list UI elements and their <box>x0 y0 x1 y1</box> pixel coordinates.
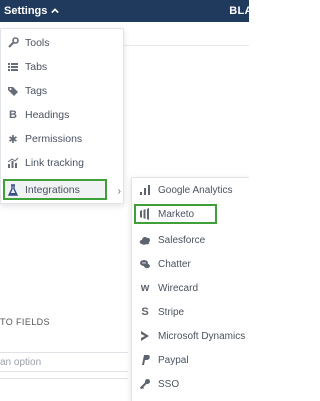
menu-item-permissions[interactable]: ✱ Permissions <box>1 127 125 151</box>
integration-microsoft-dynamics[interactable]: Microsoft Dynamics <box>132 325 249 347</box>
menu-item-label: Tabs <box>25 61 48 73</box>
asterisk-icon: ✱ <box>8 133 18 146</box>
tags-icon <box>7 85 19 97</box>
option-select-2[interactable] <box>0 378 128 392</box>
integration-chatter[interactable]: Chatter <box>132 253 249 275</box>
integration-label: SSO <box>158 378 180 390</box>
bar-chart-icon <box>139 184 151 196</box>
menu-item-headings[interactable]: B Headings <box>1 103 125 127</box>
integration-label: Chatter <box>158 258 191 270</box>
integration-label: Google Analytics <box>158 184 233 196</box>
dynamics-icon <box>139 330 151 342</box>
settings-label: Settings <box>4 5 48 17</box>
integration-label: Wirecard <box>158 282 199 294</box>
menu-item-tabs[interactable]: Tabs <box>1 55 125 79</box>
key-icon <box>139 378 151 390</box>
menu-item-label: Link tracking <box>25 157 84 169</box>
menu-item-label: Tags <box>25 85 48 97</box>
integration-wirecard[interactable]: w Wirecard <box>132 277 249 299</box>
settings-menu-toggle[interactable]: Settings <box>4 5 60 17</box>
integration-label: Stripe <box>158 306 185 318</box>
integration-stripe[interactable]: S Stripe <box>132 301 249 323</box>
option-select[interactable]: an option <box>0 352 128 372</box>
integration-paypal[interactable]: Paypal <box>132 349 249 371</box>
integration-marketo[interactable]: Marketo <box>134 204 217 224</box>
menu-item-tools[interactable]: Tools <box>1 31 125 55</box>
bold-b-icon: B <box>9 109 17 121</box>
caret-up-icon <box>51 8 60 14</box>
wirecard-icon: w <box>140 282 150 294</box>
chart-icon <box>7 157 19 169</box>
flask-icon <box>7 183 19 196</box>
app-root: Settings BLAC TO FIELDS an option Tools … <box>0 0 249 401</box>
menu-item-label: Tools <box>25 37 50 49</box>
account-name[interactable]: BLAC <box>229 5 249 17</box>
chat-icon <box>139 258 151 270</box>
menu-item-tags[interactable]: Tags <box>1 79 125 103</box>
paypal-icon <box>139 354 151 366</box>
menu-item-label: Permissions <box>25 133 83 145</box>
cloud-icon <box>139 234 151 246</box>
top-navigation-bar: Settings BLAC <box>0 0 249 22</box>
menu-item-link-tracking[interactable]: Link tracking <box>1 151 125 175</box>
integration-label: Salesforce <box>158 234 206 246</box>
chevron-right-icon: › <box>117 186 121 197</box>
menu-item-integrations[interactable]: Integrations › <box>3 179 121 200</box>
integration-label: Paypal <box>158 354 189 366</box>
marketo-icon <box>139 208 151 220</box>
integrations-submenu: Google Analytics Marketo Salesforce Chat… <box>131 177 249 401</box>
integration-salesforce[interactable]: Salesforce <box>132 229 249 251</box>
wrench-icon <box>7 37 19 49</box>
fields-section-label: TO FIELDS <box>0 317 50 327</box>
stripe-icon: S <box>141 306 149 318</box>
settings-dropdown-menu: Tools Tabs Tags B Headings ✱ Permissions <box>0 28 124 204</box>
integration-label: Marketo <box>158 208 195 220</box>
option-placeholder: an option <box>0 357 42 368</box>
menu-item-label: Headings <box>25 109 70 121</box>
integration-google-analytics[interactable]: Google Analytics <box>132 179 249 201</box>
menu-item-label: Integrations <box>25 183 80 196</box>
list-icon <box>7 61 19 73</box>
integration-sso[interactable]: SSO <box>132 373 249 395</box>
integration-label: Microsoft Dynamics <box>158 330 246 342</box>
